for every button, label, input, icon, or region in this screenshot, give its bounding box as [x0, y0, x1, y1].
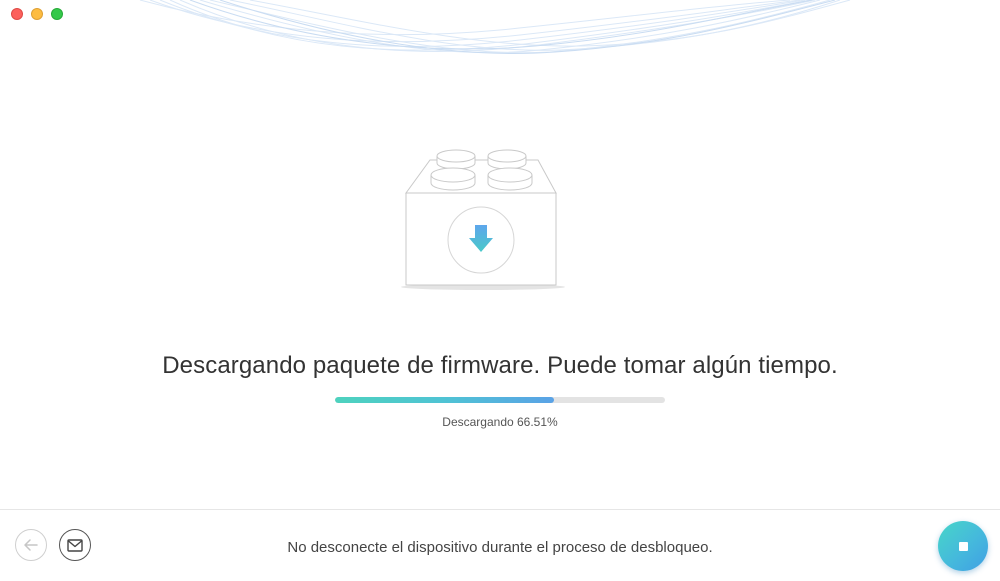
download-progress-fill: [335, 397, 555, 403]
download-headline: Descargando paquete de firmware. Puede t…: [162, 352, 838, 379]
stop-download-button[interactable]: [938, 521, 988, 571]
window-controls: [11, 8, 63, 20]
firmware-package-download-icon: [401, 149, 565, 290]
download-status-text: Descargando 66.51%: [442, 415, 558, 429]
footer-divider: [0, 509, 1000, 510]
app-window: Descargando paquete de firmware. Puede t…: [0, 0, 1000, 581]
minimize-window-button[interactable]: [31, 8, 43, 20]
disconnect-warning: No desconecte el dispositivo durante el …: [287, 539, 713, 556]
header-wave-decoration: [139, 0, 851, 54]
zoom-window-button[interactable]: [51, 8, 63, 20]
download-progress-bar: [335, 397, 665, 403]
close-window-button[interactable]: [11, 8, 23, 20]
stop-icon: [958, 541, 968, 551]
